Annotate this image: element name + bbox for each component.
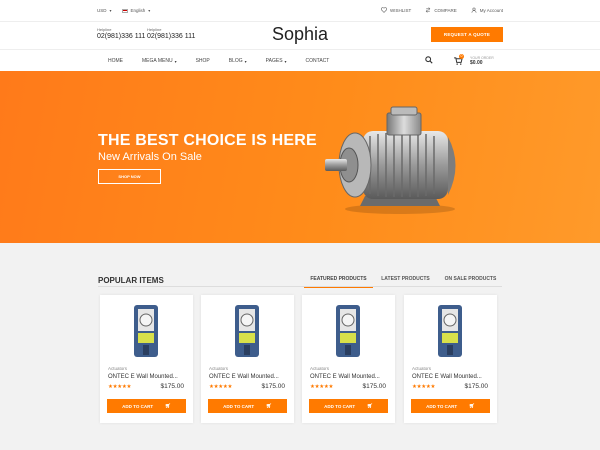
product-image[interactable] bbox=[332, 303, 364, 359]
product-image[interactable] bbox=[434, 303, 466, 359]
tab-on-sale-products[interactable]: ON SALE PRODUCTS bbox=[438, 273, 503, 288]
currency-selector[interactable]: USD ▾ bbox=[97, 8, 112, 13]
nav-item-home[interactable]: HOME bbox=[108, 58, 123, 64]
product-price: $175.00 bbox=[261, 383, 286, 390]
nav-label: CONTACT bbox=[305, 58, 330, 64]
product-name[interactable]: ONTEC E Wall Mounted... bbox=[108, 374, 178, 380]
rating-stars-icon: ★★★★★ bbox=[412, 384, 436, 390]
nav-item-shop[interactable]: SHOP bbox=[196, 58, 210, 64]
product-card[interactable]: Actuators ONTEC E Wall Mounted... ★★★★★ … bbox=[100, 295, 193, 423]
cart-summary: YOUR ORDER $0.00 bbox=[470, 56, 494, 66]
cart-icon: 🛒︎ bbox=[367, 403, 373, 408]
rating-stars-icon: ★★★★★ bbox=[310, 384, 334, 390]
account-link[interactable]: My Account bbox=[471, 7, 503, 13]
product-image[interactable] bbox=[231, 303, 263, 359]
request-quote-button[interactable]: REQUEST A QUOTE bbox=[431, 27, 503, 42]
compare-icon bbox=[426, 7, 431, 13]
cart-button[interactable]: 0 YOUR ORDER $0.00 bbox=[454, 54, 494, 66]
chevron-down-icon: ▾ bbox=[148, 8, 151, 13]
nav-label: SHOP bbox=[195, 58, 210, 64]
tab-featured-products[interactable]: FEATURED PRODUCTS bbox=[304, 273, 373, 288]
product-name[interactable]: ONTEC E Wall Mounted... bbox=[412, 374, 482, 380]
product-name[interactable]: ONTEC E Wall Mounted... bbox=[310, 374, 380, 380]
add-to-cart-label: ADD TO CART bbox=[223, 403, 255, 409]
add-to-cart-label: ADD TO CART bbox=[324, 403, 356, 409]
add-to-cart-button[interactable]: ADD TO CART 🛒︎ bbox=[107, 399, 186, 413]
shop-now-button[interactable]: SHOP NOW bbox=[98, 169, 161, 184]
account-label: My Account bbox=[479, 7, 503, 13]
chevron-down-icon: ▾ bbox=[174, 58, 177, 64]
hero-subheadline: New Arrivals On Sale bbox=[98, 151, 202, 163]
add-to-cart-label: ADD TO CART bbox=[426, 403, 458, 409]
language-selector[interactable]: English ▾ bbox=[121, 8, 151, 13]
compare-label: COMPARE bbox=[434, 7, 457, 13]
cart-icon: 🛒︎ bbox=[165, 403, 171, 408]
search-icon[interactable] bbox=[425, 56, 433, 64]
nav-item-contact[interactable]: CONTACT bbox=[306, 58, 330, 64]
cart-count-badge: 0 bbox=[459, 54, 464, 59]
product-category[interactable]: Actuators bbox=[209, 366, 228, 371]
wishlist-link[interactable]: WISHLIST bbox=[381, 7, 411, 13]
compare-link[interactable]: COMPARE bbox=[425, 7, 457, 13]
popular-items-section: POPULAR ITEMS FEATURED PRODUCTS LATEST P… bbox=[0, 243, 600, 450]
product-image[interactable] bbox=[130, 303, 162, 359]
rating-stars-icon: ★★★★★ bbox=[209, 384, 233, 390]
product-card[interactable]: Actuators ONTEC E Wall Mounted... ★★★★★ … bbox=[302, 295, 395, 423]
wishlist-label: WISHLIST bbox=[390, 7, 412, 13]
tab-latest-products[interactable]: LATEST PRODUCTS bbox=[373, 273, 438, 288]
language-label: English bbox=[130, 8, 146, 13]
hero-headline: THE BEST CHOICE IS HERE bbox=[98, 132, 317, 149]
product-price: $175.00 bbox=[160, 383, 185, 390]
product-name[interactable]: ONTEC E Wall Mounted... bbox=[209, 374, 279, 380]
chevron-down-icon: ▾ bbox=[244, 58, 247, 64]
nav-label: HOME bbox=[108, 58, 123, 64]
product-price: $175.00 bbox=[464, 383, 489, 390]
product-tabs: FEATURED PRODUCTS LATEST PRODUCTS ON SAL… bbox=[304, 273, 503, 288]
nav-item-mega-menu[interactable]: MEGA MENU ▾ bbox=[142, 58, 177, 64]
nav-item-blog[interactable]: BLOG ▾ bbox=[229, 58, 247, 64]
product-category[interactable]: Actuators bbox=[108, 366, 127, 371]
add-to-cart-button[interactable]: ADD TO CART 🛒︎ bbox=[309, 399, 388, 413]
nav-label: PAGES bbox=[265, 58, 283, 64]
main-nav: HOME MEGA MENU ▾ SHOP BLOG ▾ PAGES ▾ CONTAC… bbox=[0, 49, 600, 71]
nav-item-pages[interactable]: PAGES ▾ bbox=[266, 58, 287, 64]
cart-icon: 🛒︎ bbox=[266, 403, 272, 408]
add-to-cart-label: ADD TO CART bbox=[122, 403, 154, 409]
section-title: POPULAR ITEMS bbox=[98, 276, 164, 285]
top-bar: USD ▾ English ▾ WISHLIST COMPARE My Acco… bbox=[0, 0, 600, 22]
site-logo[interactable]: Sophia bbox=[0, 24, 600, 45]
product-price: $175.00 bbox=[362, 383, 387, 390]
product-card[interactable]: Actuators ONTEC E Wall Mounted... ★★★★★ … bbox=[201, 295, 294, 423]
rating-stars-icon: ★★★★★ bbox=[108, 384, 132, 390]
flag-icon bbox=[121, 8, 128, 13]
cart-icon: 🛒︎ bbox=[469, 403, 475, 408]
currency-label: USD bbox=[97, 8, 107, 13]
add-to-cart-button[interactable]: ADD TO CART 🛒︎ bbox=[411, 399, 490, 413]
add-to-cart-button[interactable]: ADD TO CART 🛒︎ bbox=[208, 399, 287, 413]
electric-motor-image bbox=[325, 106, 456, 214]
product-category[interactable]: Actuators bbox=[412, 366, 431, 371]
hero-banner: THE BEST CHOICE IS HERE New Arrivals On … bbox=[0, 71, 600, 243]
heart-icon bbox=[381, 7, 388, 13]
user-icon bbox=[471, 7, 477, 13]
nav-label: MEGA MENU bbox=[142, 58, 173, 64]
product-card[interactable]: Actuators ONTEC E Wall Mounted... ★★★★★ … bbox=[404, 295, 497, 423]
cart-total: $0.00 bbox=[470, 60, 483, 66]
chevron-down-icon: ▾ bbox=[109, 8, 112, 13]
chevron-down-icon: ▾ bbox=[284, 58, 287, 64]
nav-label: BLOG bbox=[228, 58, 243, 64]
header: Helpline 02(981)336 111 Helpline 02(981)… bbox=[0, 22, 600, 49]
product-category[interactable]: Actuators bbox=[310, 366, 329, 371]
